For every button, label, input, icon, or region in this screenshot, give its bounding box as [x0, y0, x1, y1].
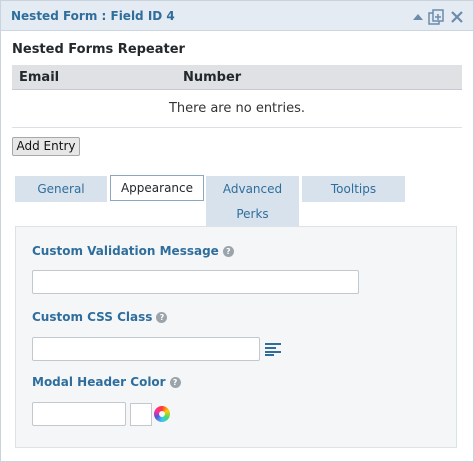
modal-header-color-label-text: Modal Header Color — [32, 375, 166, 389]
tab-appearance[interactable]: Appearance — [110, 175, 204, 201]
color-wheel-icon[interactable] — [154, 406, 170, 422]
validation-message-input[interactable] — [32, 270, 359, 294]
field-settings-panel: Nested Form : Field ID 4 Nested Forms Re… — [0, 0, 474, 462]
list-icon[interactable] — [265, 342, 281, 356]
empty-entries-message: There are no entries. — [168, 101, 306, 116]
panel-title: Nested Form : Field ID 4 — [11, 9, 175, 23]
close-icon[interactable] — [448, 8, 466, 26]
tab-tooltips[interactable]: Tooltips — [302, 176, 405, 202]
tab-general[interactable]: General — [15, 176, 107, 202]
color-swatch[interactable] — [130, 403, 152, 426]
column-number: Number — [183, 70, 242, 85]
question-mark-icon[interactable]: ? — [169, 377, 181, 388]
css-class-label-text: Custom CSS Class — [32, 310, 153, 324]
modal-header-color-input[interactable] — [32, 402, 126, 426]
panel-header: Nested Form : Field ID 4 — [1, 1, 473, 31]
add-entry-button[interactable]: Add Entry — [12, 137, 80, 156]
duplicate-icon[interactable] — [427, 8, 445, 26]
question-mark-icon[interactable]: ? — [156, 312, 168, 323]
css-class-input[interactable] — [32, 337, 260, 361]
validation-message-label-text: Custom Validation Message — [32, 244, 219, 258]
css-class-label: Custom CSS Class? — [32, 310, 168, 324]
tab-advanced[interactable]: Advanced — [206, 176, 299, 202]
column-email: Email — [19, 70, 60, 85]
question-mark-icon[interactable]: ? — [222, 246, 234, 257]
tab-perks[interactable]: Perks — [206, 202, 299, 227]
table-divider — [12, 127, 462, 128]
validation-message-label: Custom Validation Message? — [32, 244, 234, 258]
repeater-table-header: Email Number — [12, 65, 462, 90]
modal-header-color-label: Modal Header Color? — [32, 375, 181, 389]
chevron-up-icon[interactable] — [409, 8, 427, 26]
repeater-title: Nested Forms Repeater — [12, 42, 185, 57]
